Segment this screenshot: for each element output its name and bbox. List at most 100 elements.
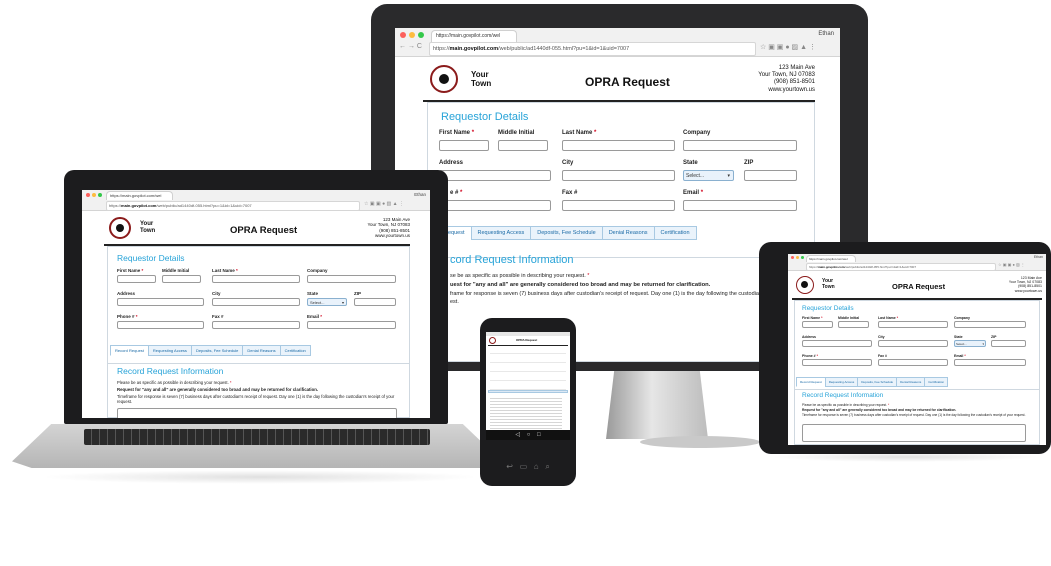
city-input[interactable] [878, 340, 948, 347]
laptop-shadow [40, 470, 480, 484]
request-textarea[interactable] [802, 424, 1026, 442]
phone-label: Phone # * [802, 354, 818, 358]
address-web: www.yourtown.us [768, 86, 815, 93]
return-icon[interactable]: ↩ [506, 462, 513, 471]
last-name-input[interactable] [212, 275, 300, 283]
minimize-window-icon[interactable] [796, 256, 799, 259]
address-input[interactable] [802, 340, 872, 347]
browser-tab[interactable]: https://main.govpilot.com/wel [806, 255, 856, 262]
maximize-window-icon[interactable] [98, 193, 102, 197]
instruction-4: est. [450, 299, 459, 305]
browser-tab[interactable]: https://main.govpilot.com/wel [431, 30, 517, 42]
town-seal-icon [430, 65, 458, 93]
browser-user[interactable]: Ethan [414, 192, 426, 197]
middle-initial-label: Middle Initial [498, 130, 535, 136]
browser-user[interactable]: Ethan [818, 31, 834, 37]
phone-form-header: OPRA Request [488, 337, 568, 346]
phone-nav-bar: ◁ ○ □ [486, 430, 570, 440]
address-bar[interactable]: https://main.govpilot.com/web/public/ad1… [806, 263, 996, 271]
email-input[interactable] [307, 321, 396, 329]
town-name: Your Town [822, 278, 835, 290]
tab-denial-reasons[interactable]: Denial Reasons [601, 226, 655, 240]
fax-input[interactable] [562, 200, 675, 211]
close-window-icon[interactable] [791, 256, 794, 259]
browser-chrome: https://main.govpilot.com/wel Ethan ← → … [395, 28, 840, 57]
tablet-shadow [770, 452, 1040, 462]
phone-fields [490, 348, 566, 390]
search-icon[interactable]: ⌕ [545, 462, 549, 471]
toolbar-icons[interactable]: ☆ ▣ ▣ ● ▨ ⋮ [998, 262, 1025, 267]
tab-deposits[interactable]: Deposits, Fee Schedule [530, 226, 603, 240]
fax-input[interactable] [878, 359, 948, 366]
requestor-heading: Requestor Details [441, 111, 529, 123]
chevron-down-icon: ▾ [982, 342, 984, 346]
address-bar[interactable]: https://main.govpilot.com/web/public/ad1… [429, 42, 756, 56]
first-name-input[interactable] [802, 321, 833, 328]
phone-input[interactable] [117, 321, 204, 329]
first-name-input[interactable] [439, 140, 489, 151]
form-page: Your Town OPRA Request 123 Main Ave Your T… [792, 272, 1042, 445]
recents-icon[interactable]: □ [537, 432, 541, 438]
zip-input[interactable] [354, 298, 396, 306]
address-input[interactable] [439, 170, 551, 181]
address-label: Address [439, 160, 464, 166]
back-icon[interactable]: ◁ [515, 432, 520, 438]
minimize-window-icon[interactable] [92, 193, 96, 197]
fax-label: Fax # [212, 314, 224, 319]
browser-chrome: https://main.govpilot.com/wel Ethan http… [788, 254, 1046, 271]
tab-certification[interactable]: Certification [653, 226, 697, 240]
maximize-window-icon[interactable] [801, 256, 804, 259]
state-label: State [683, 160, 698, 166]
tab-requesting-access[interactable]: Requesting Access [470, 226, 532, 240]
browser-tab[interactable]: https://main.govpilot.com/wel [106, 191, 173, 200]
phone-input[interactable] [802, 359, 872, 366]
first-name-label: First Name * [802, 316, 823, 320]
instruction-2: uest for "any and all" are generally con… [450, 282, 711, 288]
state-select[interactable]: Select... ▾ [954, 340, 986, 347]
last-name-input[interactable] [878, 321, 948, 328]
middle-initial-input[interactable] [498, 140, 548, 151]
apps-icon[interactable]: ▭ [520, 462, 528, 471]
fax-input[interactable] [212, 321, 300, 329]
middle-initial-input[interactable] [838, 321, 869, 328]
email-input[interactable] [954, 359, 1026, 366]
close-window-icon[interactable] [400, 32, 406, 38]
toolbar-icons[interactable]: ☆ ▣ ▣ ● ▨ ▲ ⋮ [760, 43, 816, 51]
browser-user[interactable]: Ethan [1034, 255, 1043, 259]
phone-input[interactable] [439, 200, 551, 211]
first-name-label: First Name * [439, 130, 475, 136]
email-input[interactable] [683, 200, 797, 211]
company-input[interactable] [954, 321, 1026, 328]
phone-softkeys: ↩ ▭ ⌂ ⌕ [486, 462, 570, 476]
address-label: Address [117, 291, 136, 296]
nav-arrows-icon[interactable]: ← → C [399, 43, 422, 50]
state-select[interactable]: Select... ▾ [307, 298, 347, 306]
home-button-icon[interactable]: ⌂ [534, 462, 539, 471]
phone-label: Phone # * [117, 314, 138, 319]
city-input[interactable] [562, 170, 675, 181]
url-prefix: https:// [433, 46, 450, 52]
company-input[interactable] [307, 275, 396, 283]
close-window-icon[interactable] [86, 193, 90, 197]
address-phone: (908) 851-8501 [773, 79, 815, 86]
maximize-window-icon[interactable] [418, 32, 424, 38]
company-input[interactable] [683, 140, 797, 151]
zip-input[interactable] [744, 170, 797, 181]
first-name-input[interactable] [117, 275, 156, 283]
zip-label: ZIP [354, 291, 362, 296]
zip-input[interactable] [991, 340, 1026, 347]
address-bar[interactable]: https://main.govpilot.com/web/public/ad1… [106, 201, 360, 211]
city-input[interactable] [212, 298, 300, 306]
instruction-3: Timeframe for response is seven (7) busi… [117, 394, 395, 405]
last-name-input[interactable] [562, 140, 675, 151]
request-textarea[interactable] [117, 408, 397, 418]
form-tabs: Request Requesting Access Deposits, Fee Sc… [437, 226, 697, 240]
toolbar-icons[interactable]: ☆ ▣ ▣ ● ▨ ▲ ⋮ [364, 201, 404, 207]
instruction-3: frame for response is seven (7) business… [450, 291, 773, 297]
phone-tabs [488, 390, 568, 393]
minimize-window-icon[interactable] [409, 32, 415, 38]
state-select[interactable]: Select... ▾ [683, 170, 734, 181]
middle-initial-input[interactable] [162, 275, 201, 283]
home-icon[interactable]: ○ [527, 432, 531, 438]
address-input[interactable] [117, 298, 204, 306]
